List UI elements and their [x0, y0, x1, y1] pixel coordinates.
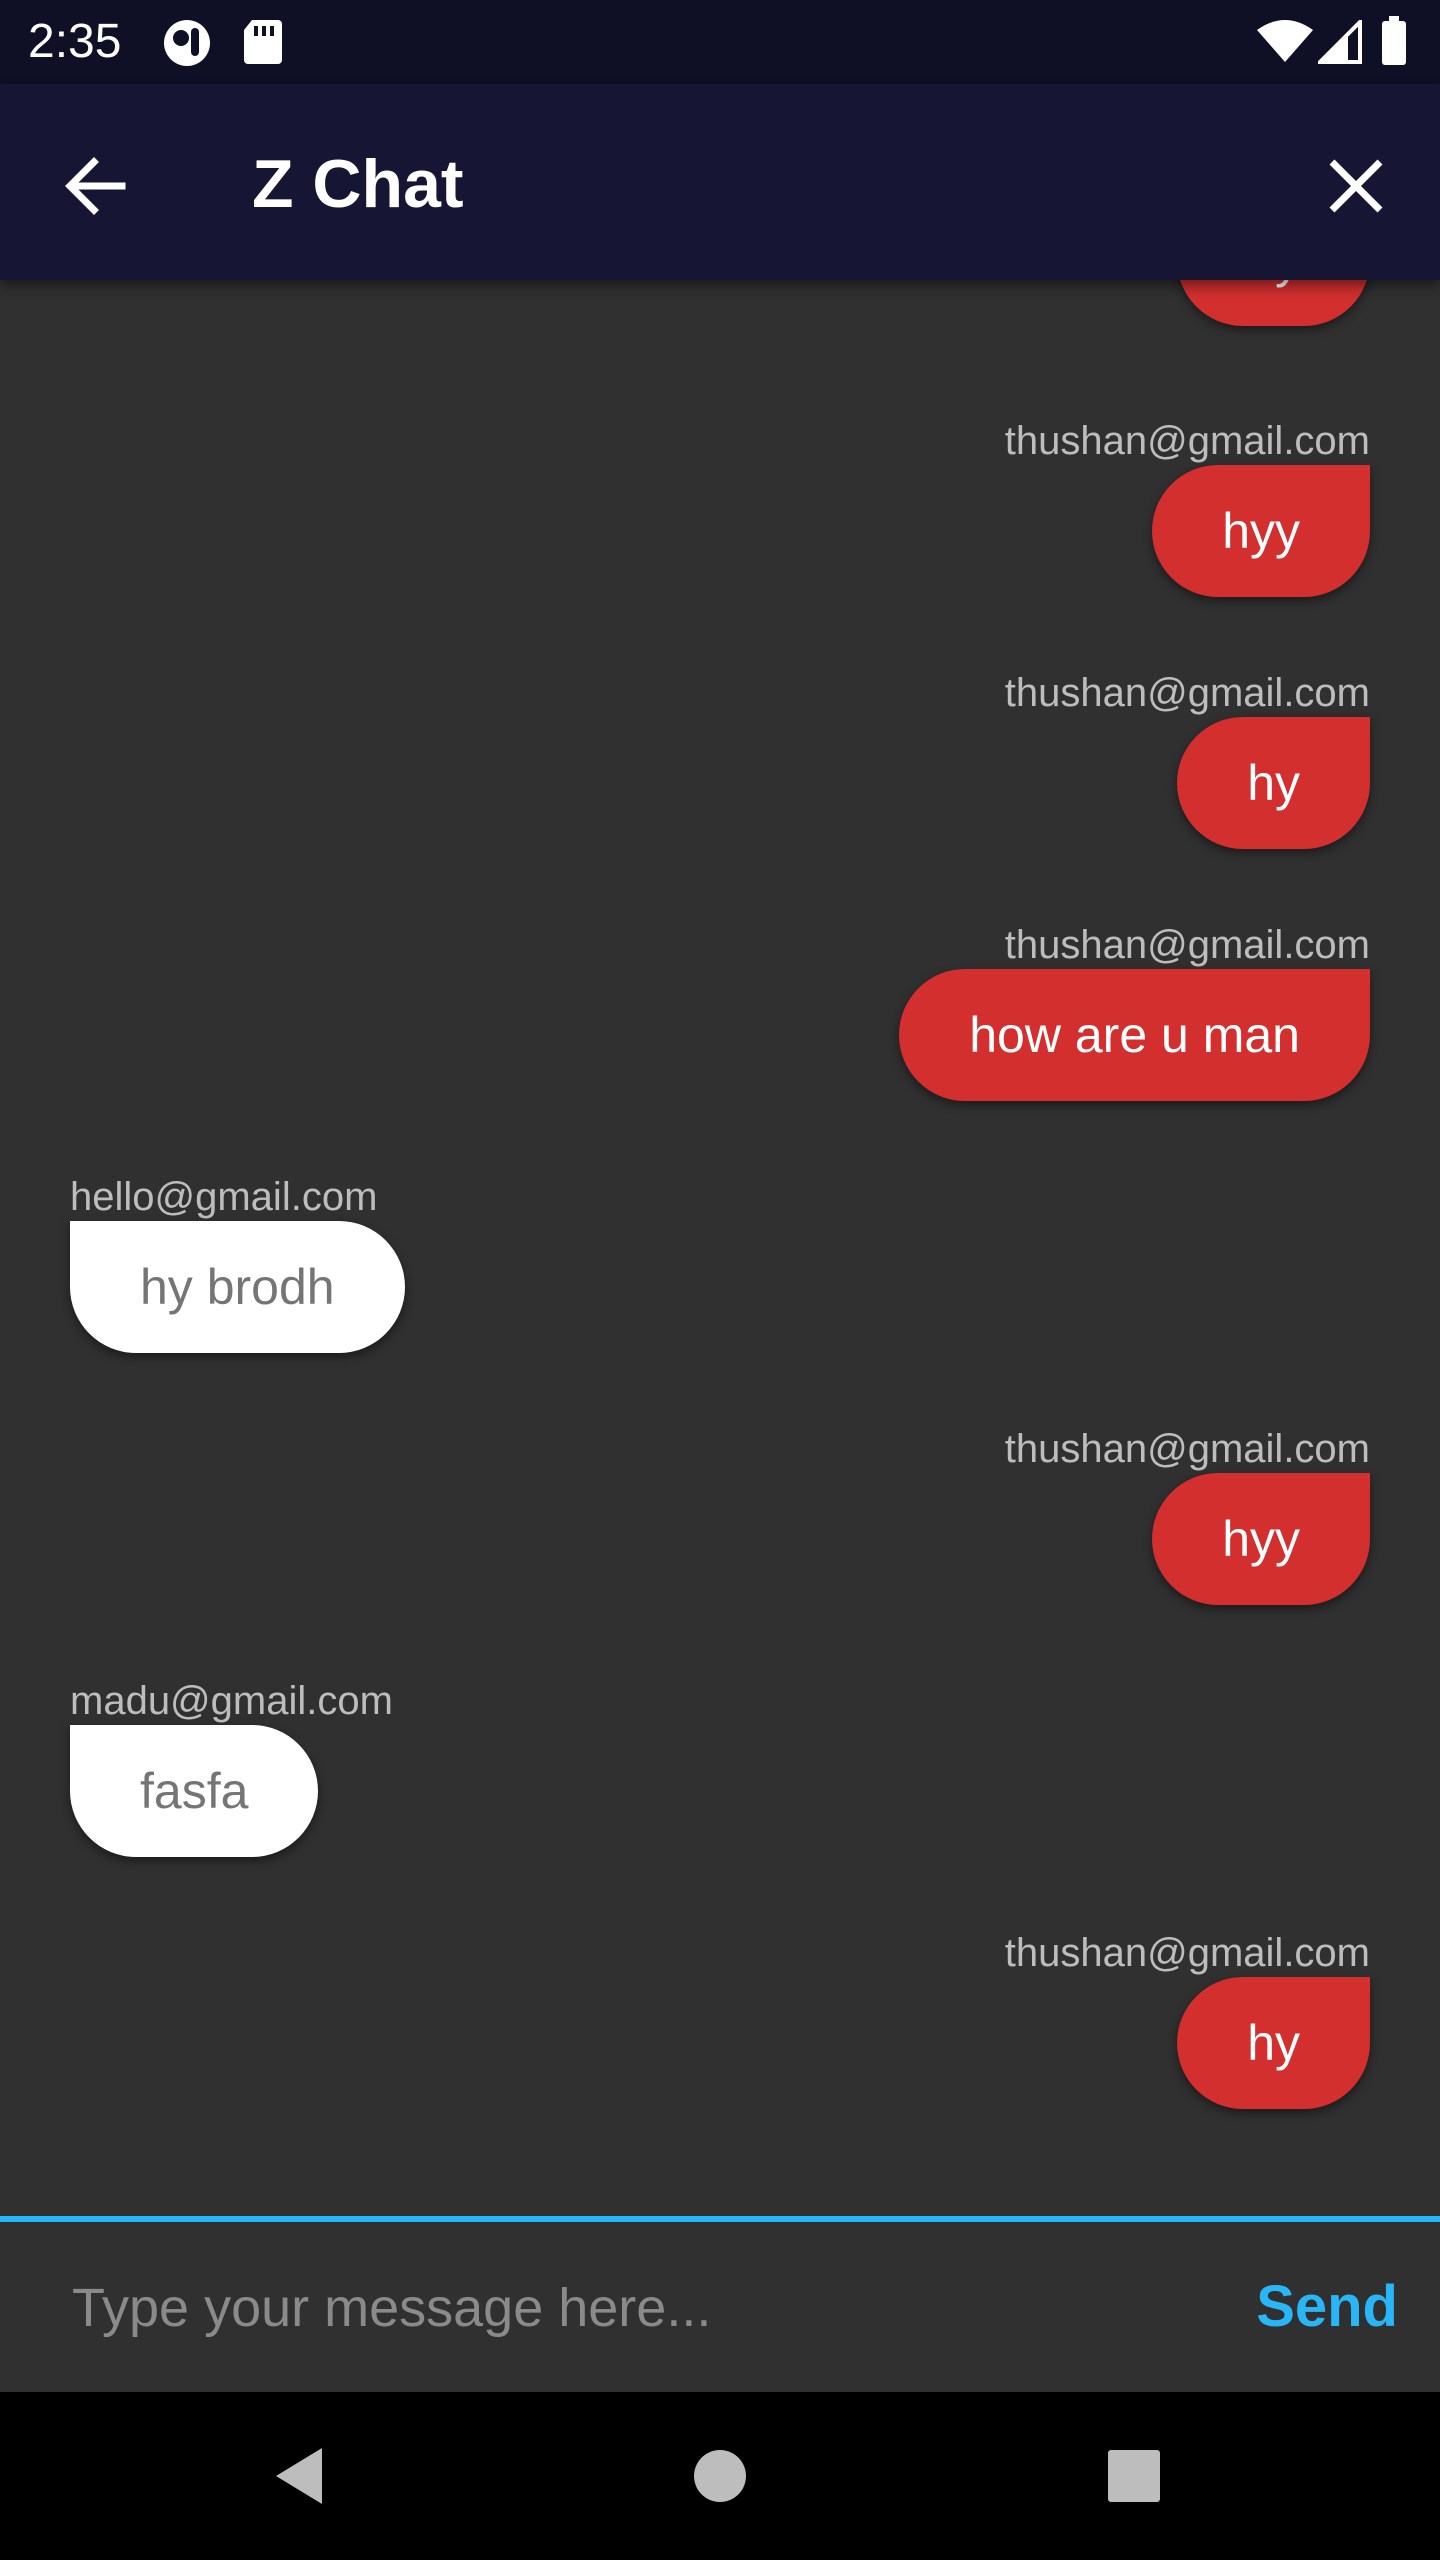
battery-icon: [1382, 16, 1406, 65]
notification-icon: [164, 20, 210, 66]
message-item: thushan@gmail.com hy: [1005, 1929, 1370, 2109]
sd-card-icon: [244, 20, 282, 64]
status-time: 2:35: [28, 15, 122, 68]
message-bubble: hy: [1177, 1977, 1370, 2109]
message-bubble: hyy: [1152, 465, 1370, 597]
status-bar: 2:35: [0, 0, 1440, 84]
send-button[interactable]: Send: [1256, 2262, 1398, 2352]
message-item: thushan@gmail.com hyy: [1005, 417, 1370, 597]
cell-signal-icon: [1318, 20, 1362, 64]
message-bubble: hy: [1177, 280, 1370, 326]
message-item: hello@gmail.com hy brodh: [70, 1173, 405, 1353]
message-item: hy: [1177, 280, 1370, 326]
page-title: Z Chat: [252, 146, 464, 222]
message-sender: thushan@gmail.com: [1004, 419, 1370, 463]
message-bubble: fasfa: [70, 1725, 319, 1857]
recents-square-icon[interactable]: [1094, 2436, 1174, 2516]
message-bubble: hy: [1177, 717, 1370, 849]
message-item: thushan@gmail.com how are u man: [899, 921, 1370, 1101]
message-bubble: hyy: [1152, 1473, 1370, 1605]
app-bar: Z Chat: [0, 84, 1440, 280]
message-sender: madu@gmail.com: [70, 1679, 393, 1723]
message-bubble: how are u man: [899, 969, 1370, 1101]
message-sender: thushan@gmail.com: [1004, 1427, 1370, 1471]
message-bubble: hy brodh: [70, 1221, 405, 1353]
close-icon[interactable]: [1316, 146, 1396, 226]
message-sender: thushan@gmail.com: [1004, 671, 1370, 715]
message-sender: thushan@gmail.com: [1004, 923, 1370, 967]
message-item: madu@gmail.com fasfa: [70, 1677, 393, 1857]
message-composer: Send: [0, 2216, 1440, 2392]
back-triangle-icon[interactable]: [262, 2436, 342, 2516]
message-item: thushan@gmail.com hyy: [1005, 1425, 1370, 1605]
arrow-back-icon[interactable]: [58, 146, 138, 226]
message-input[interactable]: [70, 2262, 1174, 2354]
home-circle-icon[interactable]: [680, 2436, 760, 2516]
message-list[interactable]: hy thushan@gmail.com hyy thushan@gmail.c…: [0, 280, 1440, 2216]
wifi-icon: [1257, 20, 1313, 62]
system-nav-bar: [0, 2392, 1440, 2560]
message-item: thushan@gmail.com hy: [1005, 669, 1370, 849]
message-sender: hello@gmail.com: [70, 1175, 378, 1219]
message-sender: thushan@gmail.com: [1004, 1931, 1370, 1975]
